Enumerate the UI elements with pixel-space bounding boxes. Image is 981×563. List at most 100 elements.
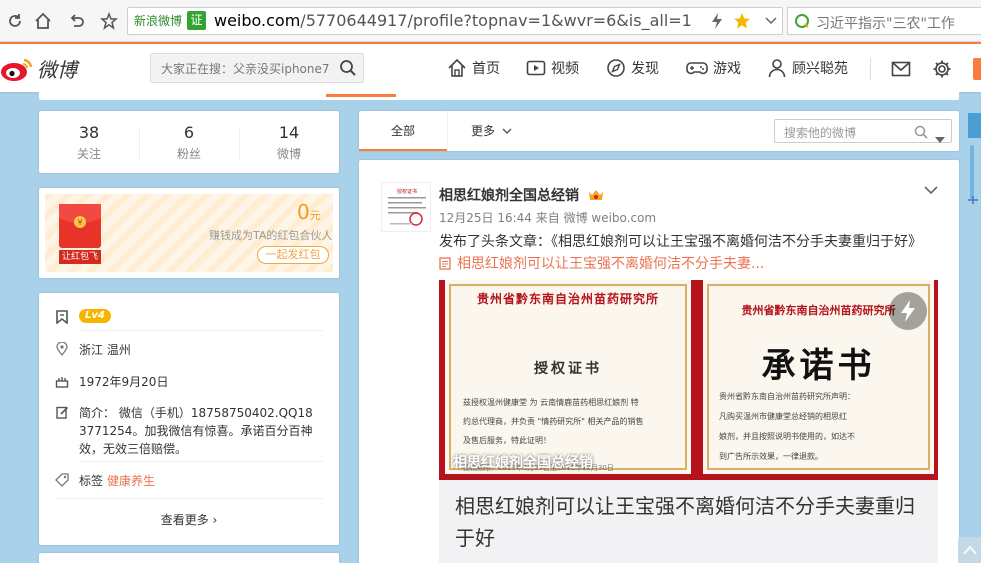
- gamepad-icon: [686, 62, 708, 75]
- stat-posts[interactable]: 14 微博: [239, 123, 339, 162]
- address-bar[interactable]: 新浪微博 证 weibo.com/5770644917/profile?topn…: [127, 7, 887, 35]
- search-icon[interactable]: [339, 59, 357, 81]
- tab-divider: [447, 111, 448, 151]
- crown-icon: [588, 190, 603, 200]
- stat-posts-label: 微博: [276, 146, 301, 161]
- nav-user[interactable]: 顾兴聪苑: [767, 57, 848, 79]
- red-packet-icon: ¥: [59, 204, 101, 248]
- hot-search-input[interactable]: 大家正在搜：父亲没买iphone7: [150, 53, 364, 83]
- info-divider: [79, 461, 323, 462]
- nav-games[interactable]: 游戏: [686, 57, 741, 79]
- nav-video[interactable]: 视频: [526, 57, 579, 79]
- stat-followers-value: 6: [183, 122, 195, 142]
- nav-user-label: 顾兴聪苑: [792, 61, 848, 77]
- tab-more-label: 更多: [471, 124, 496, 138]
- cert-badge: 证: [187, 11, 206, 30]
- side-panel-tab[interactable]: [968, 113, 981, 138]
- stat-following[interactable]: 38 关注: [39, 123, 139, 162]
- birthday-text: 1972年9月20日: [79, 375, 169, 389]
- stat-following-value: 38: [78, 122, 100, 142]
- certificate-line: 贵州省黔东南自治州苗药研究所声明：: [719, 392, 855, 401]
- location-row: 浙江 温州: [55, 341, 131, 358]
- document-icon: [439, 256, 451, 270]
- image-overlay-text: 相思红娘剂全国总经销: [453, 455, 593, 471]
- profile-stats-card: 38 关注 6 粉丝 14 微博: [39, 111, 339, 173]
- bookmark-star-icon[interactable]: [96, 8, 122, 34]
- side-panel-marker: [967, 195, 979, 208]
- nav-divider: [870, 58, 871, 80]
- bookmark-icon: [55, 310, 69, 324]
- view-more-link[interactable]: 查看更多 ›: [39, 511, 339, 528]
- location-pin-icon: [55, 342, 69, 356]
- search-icon[interactable]: [914, 124, 928, 143]
- home-icon[interactable]: [30, 8, 56, 34]
- profile-info-card: Lv4 浙江 温州 1972年9月20日 简介： 微信（手机）187587504…: [39, 293, 339, 545]
- red-packet-icon-label: 让红包飞: [59, 250, 101, 264]
- tags-row: 标签 健康养生: [55, 472, 155, 489]
- feed-tabs: 全部 更多 搜索他的微博: [359, 111, 959, 151]
- stat-followers[interactable]: 6 粉丝: [139, 123, 239, 162]
- chevron-down-icon[interactable]: [924, 180, 938, 199]
- favorite-star-icon[interactable]: [733, 12, 751, 30]
- send-red-packet-button[interactable]: 一起发红包: [257, 246, 329, 264]
- bio-row: 简介： 微信（手机）18758750402.QQ183771254。加我微信有惊…: [55, 404, 317, 458]
- compass-icon: [607, 59, 625, 77]
- certificate-line: 娘剂，并且按照说明书使用的，如达不: [719, 432, 855, 441]
- chevron-down-icon: [502, 128, 512, 134]
- undo-icon[interactable]: [64, 8, 90, 34]
- article-link[interactable]: 相思红娘剂可以让王宝强不离婚何洁不分手夫妻...: [439, 253, 764, 273]
- svg-text:授权证书: 授权证书: [397, 188, 417, 195]
- nav-discover[interactable]: 发现: [606, 57, 659, 79]
- browser-toolbar: 新浪微博 证 weibo.com/5770644917/profile?topn…: [0, 0, 981, 42]
- reload-icon[interactable]: [2, 8, 28, 34]
- profile-tab-strip: [39, 92, 959, 100]
- caret-down-icon[interactable]: [935, 128, 945, 147]
- gear-icon[interactable]: [930, 57, 954, 81]
- dropdown-icon[interactable]: [762, 12, 780, 30]
- url-text: weibo.com/5770644917/profile?topnav=1&wv…: [214, 11, 692, 30]
- red-packet-banner[interactable]: ¥ 让红包飞 0元 赚钱成为TA的红包合伙人 一起发红包: [45, 194, 333, 272]
- authorization-certificate: 贵州省黔东南自治州苗药研究所 授权证书 兹授权温州健康堂 为 云南情鹿苗药相思红…: [439, 280, 697, 480]
- lightning-icon[interactable]: [708, 12, 726, 30]
- user-icon: [768, 59, 786, 78]
- edit-icon: [55, 405, 69, 419]
- hot-search-placeholder: 大家正在搜：父亲没买iphone7: [161, 62, 330, 76]
- weibo-post: 授权证书 相思红娘剂全国总经销 12月25日 16:44 来自 微博 weibo…: [359, 160, 959, 563]
- browser-search-box[interactable]: 习近平指示"三农"工作: [787, 7, 981, 35]
- lightning-icon[interactable]: [889, 292, 927, 330]
- certificate-line: 及售后服务，特此证明！: [463, 436, 551, 445]
- level-row: Lv4: [55, 309, 111, 324]
- article-title: 相思红娘剂可以让王宝强不离婚何洁不分手夫妻重归于好: [455, 494, 915, 550]
- bio-text: 简介： 微信（手机）18758750402.QQ183771254。加我微信有惊…: [79, 406, 313, 456]
- active-tab-underline: [326, 94, 396, 97]
- red-packet-card: ¥ 让红包飞 0元 赚钱成为TA的红包合伙人 一起发红包: [39, 188, 339, 278]
- feed-search-placeholder: 搜索他的微博: [784, 126, 857, 140]
- birthday-row: 1972年9月20日: [55, 373, 168, 390]
- browser-search-text: 习近平指示"三农"工作: [816, 16, 955, 32]
- feed-search-input[interactable]: 搜索他的微博: [774, 119, 952, 143]
- author-avatar[interactable]: 授权证书: [381, 182, 431, 232]
- tab-all[interactable]: 全部: [359, 111, 447, 151]
- level-badge[interactable]: Lv4: [79, 309, 111, 323]
- back-to-top-button[interactable]: [958, 537, 981, 563]
- url-path: /5770644917/profile?topnav=1&wvr=6&is_al…: [300, 11, 692, 30]
- post-author[interactable]: 相思红娘剂全国总经销: [439, 185, 604, 205]
- article-card[interactable]: 贵州省黔东南自治州苗药研究所 授权证书 兹授权温州健康堂 为 云南情鹿苗药相思红…: [439, 280, 938, 563]
- side-panel-scroll: [970, 145, 974, 201]
- weibo-top-nav: 微博 大家正在搜：父亲没买iphone7 首页 视频 发现 游戏 顾兴聪苑: [0, 42, 981, 92]
- red-packet-amount: 0元: [297, 200, 321, 224]
- tab-more[interactable]: 更多: [471, 111, 512, 151]
- certificate-title: 承诺书: [761, 346, 876, 386]
- post-button-edge[interactable]: [973, 58, 981, 80]
- weibo-logo[interactable]: 微博: [0, 54, 77, 83]
- info-divider: [79, 330, 323, 331]
- arrow-up-icon: [962, 545, 977, 555]
- post-author-name: 相思红娘剂全国总经销: [439, 188, 579, 204]
- nav-games-label: 游戏: [713, 61, 741, 77]
- certificate-header: 贵州省黔东南自治州苗药研究所: [476, 292, 659, 306]
- red-packet-desc: 赚钱成为TA的红包合伙人: [209, 229, 333, 242]
- message-icon[interactable]: [889, 57, 913, 81]
- tag-link[interactable]: 健康养生: [107, 472, 155, 489]
- nav-home[interactable]: 首页: [447, 57, 500, 79]
- nav-discover-label: 发现: [631, 61, 659, 77]
